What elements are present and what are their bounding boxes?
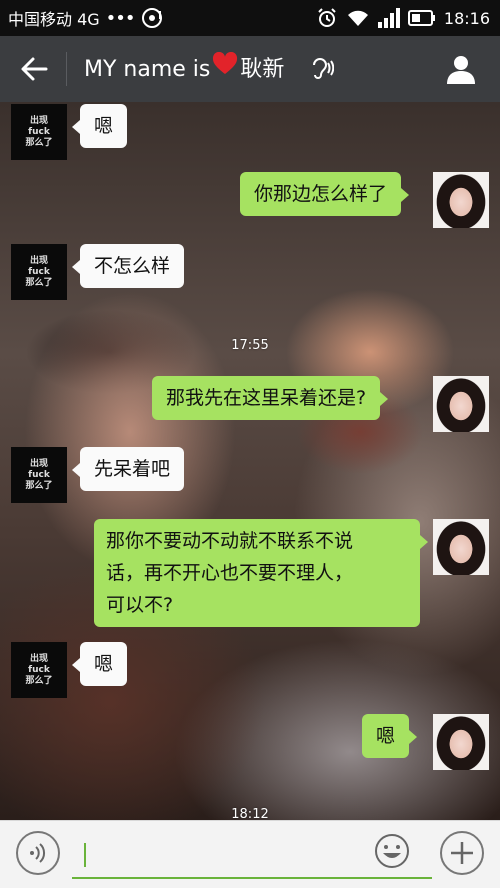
contact-avatar[interactable]: 出现 fuck 那么了 [11, 104, 67, 160]
received-message[interactable]: 嗯 [71, 104, 128, 148]
back-arrow-icon [21, 57, 48, 81]
notification-dots: ••• [105, 7, 136, 29]
message-list[interactable]: 出现 fuck 那么了 嗯 你那边怎么样了 出现 fuck 那么了 不怎么样 17:55… [0, 102, 500, 820]
emoji-icon [375, 834, 409, 868]
carrier-label: 中国移动 4G [8, 10, 100, 29]
voice-button[interactable] [16, 831, 60, 875]
chat-title-suffix: 耿新 [240, 56, 285, 82]
message-line: 话，再不开心也不要不理人， [106, 562, 354, 584]
chat-screen: 中国移动 4G ••• 18:16 MY name is 耿新 出现 fuck … [0, 0, 500, 888]
contact-avatar-label: 出现 fuck 那么了 [25, 116, 53, 148]
contact-avatar[interactable]: 出现 fuck 那么了 [11, 244, 67, 300]
alarm-icon [316, 7, 338, 29]
message-timestamp: 18:12 [231, 807, 269, 820]
text-cursor [84, 843, 86, 867]
contact-avatar[interactable]: 出现 fuck 那么了 [11, 447, 67, 503]
chat-title: MY name is 耿新 [84, 51, 285, 87]
profile-icon [447, 56, 475, 84]
sent-message[interactable]: 你那边怎么样了 [240, 172, 410, 216]
status-right: 18:16 [316, 0, 490, 36]
sent-message[interactable]: 嗯 [362, 714, 418, 758]
battery-icon [407, 9, 436, 27]
voice-icon [30, 843, 46, 863]
earpiece-icon[interactable] [308, 56, 335, 82]
heart-icon [212, 51, 238, 87]
signal-icon [377, 8, 400, 28]
back-button[interactable] [14, 50, 54, 88]
message-line: 可以不? [106, 594, 174, 616]
message-line: 那你不要动不动就不联系不说 [106, 530, 354, 552]
header-divider [66, 52, 67, 86]
contact-avatar[interactable]: 出现 fuck 那么了 [11, 642, 67, 698]
input-bar [0, 820, 500, 888]
my-avatar[interactable] [433, 376, 489, 432]
status-bar: 中国移动 4G ••• 18:16 [0, 0, 500, 36]
status-left: 中国移动 4G ••• [8, 0, 163, 36]
wifi-icon [346, 8, 370, 28]
received-message[interactable]: 不怎么样 [71, 244, 185, 288]
my-avatar[interactable] [433, 714, 489, 770]
music-notification-icon [141, 7, 163, 29]
contact-avatar-label: 出现 fuck 那么了 [25, 459, 53, 491]
sent-message[interactable]: 那你不要动不动就不联系不说 话，再不开心也不要不理人， 可以不? [94, 519, 428, 627]
my-avatar[interactable] [433, 172, 489, 228]
contact-avatar-label: 出现 fuck 那么了 [25, 654, 53, 686]
plus-icon [451, 842, 473, 864]
profile-button[interactable] [442, 50, 480, 88]
chat-title-prefix: MY name is [84, 56, 211, 82]
my-avatar[interactable] [433, 519, 489, 575]
message-timestamp: 17:55 [231, 338, 269, 353]
chat-header: MY name is 耿新 [0, 36, 500, 102]
emoji-button[interactable] [374, 833, 410, 869]
sent-message[interactable]: 那我先在这里呆着还是? [152, 376, 389, 420]
received-message[interactable]: 嗯 [71, 642, 128, 686]
received-message[interactable]: 先呆着吧 [71, 447, 185, 491]
contact-avatar-label: 出现 fuck 那么了 [25, 256, 53, 288]
more-options-button[interactable] [440, 831, 484, 875]
clock-label: 18:16 [443, 8, 490, 28]
